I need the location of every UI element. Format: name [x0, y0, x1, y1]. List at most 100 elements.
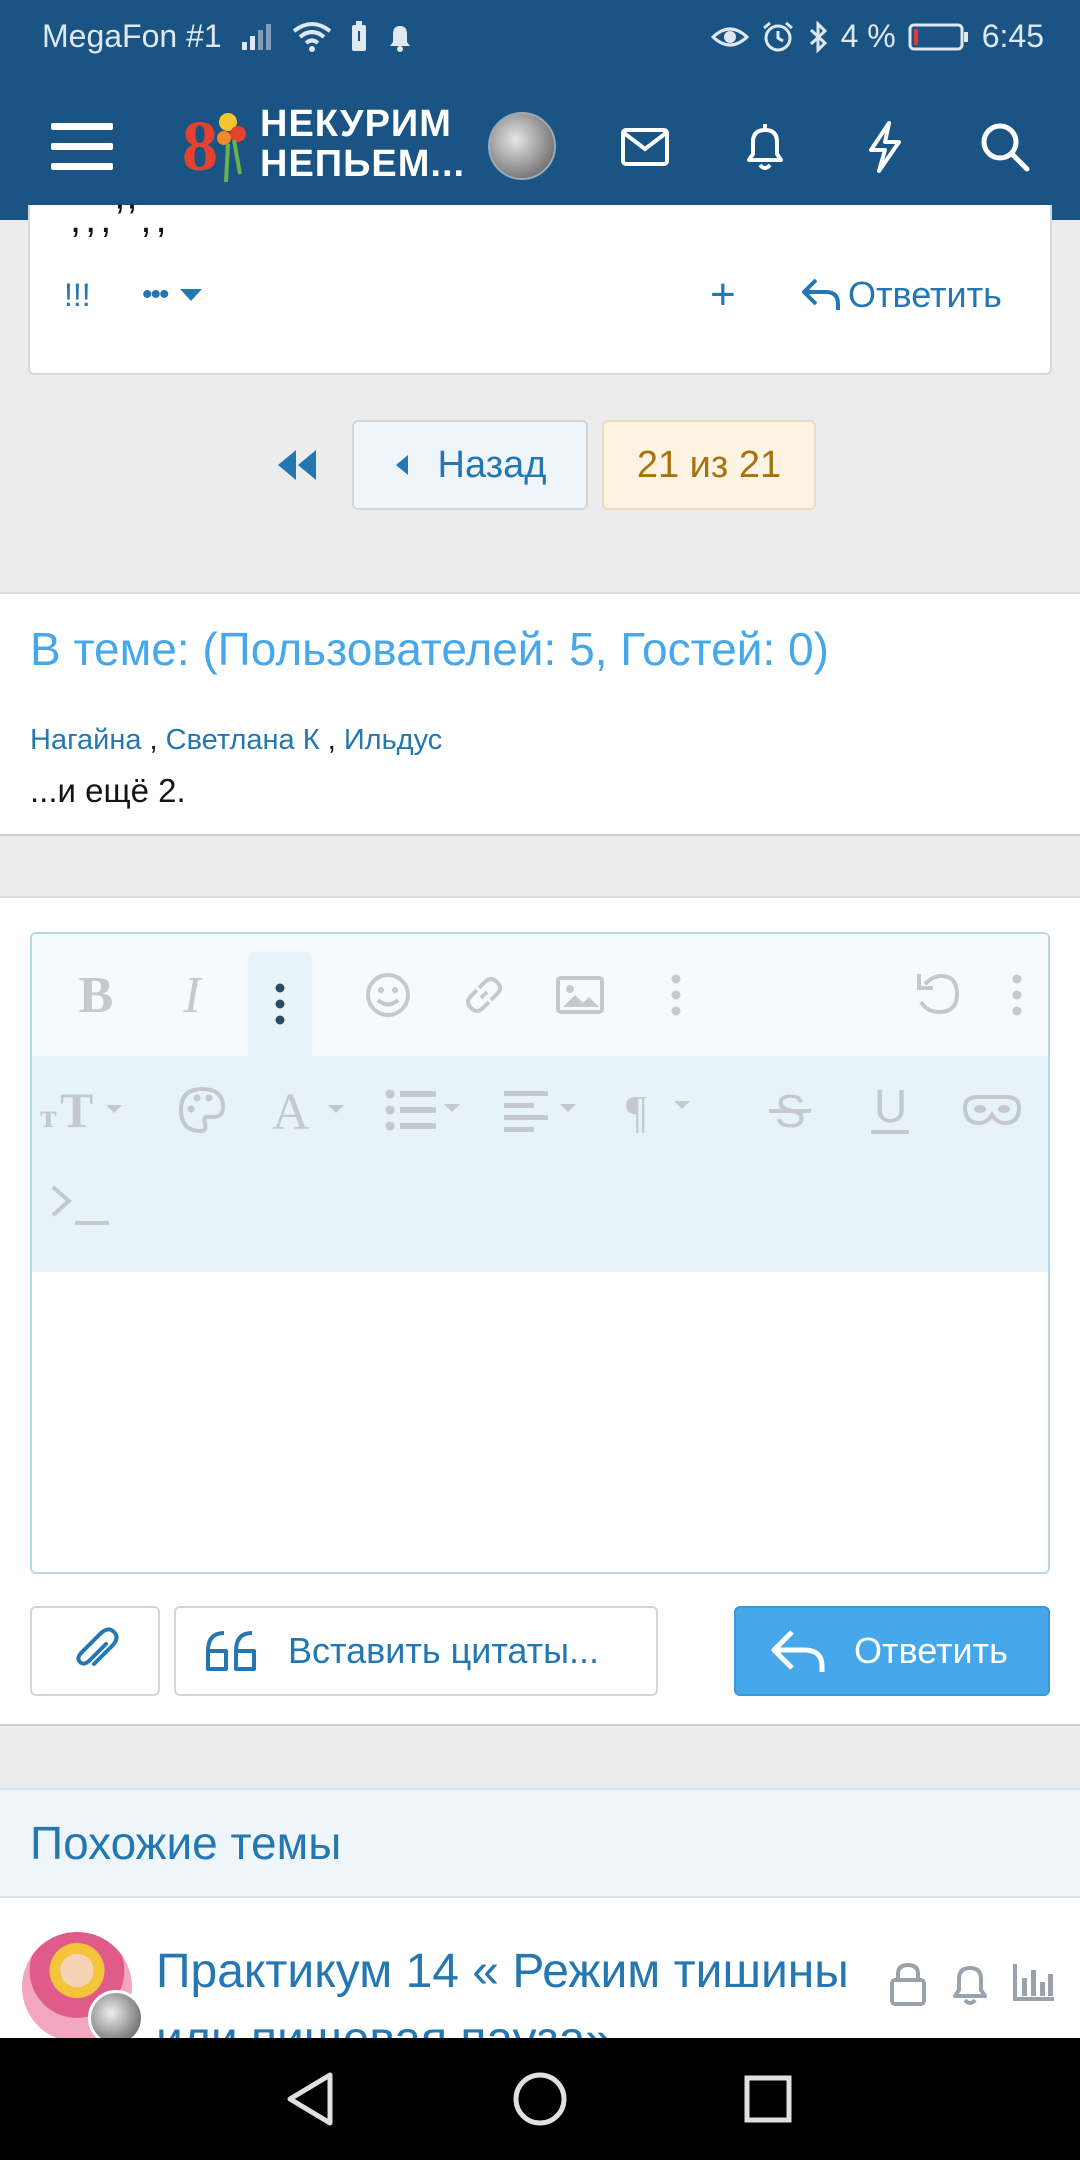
message-input[interactable] [32, 1272, 1048, 1572]
editor-toolbar-main: B I [32, 934, 1048, 1056]
bold-icon[interactable]: B [56, 954, 136, 1036]
wifi-icon [292, 21, 332, 53]
recents-nav-icon [744, 2075, 792, 2123]
editor-toolbar-extra: тT A ¶ S U [32, 1056, 1048, 1272]
reply-arrow-icon [771, 1630, 825, 1672]
online-users-list: Нагайна , Светлана К , Ильдус [30, 724, 442, 757]
paragraph-icon[interactable]: ¶ [626, 1070, 716, 1150]
first-page-button[interactable] [262, 420, 334, 510]
thread-status-icons [888, 1962, 1056, 2006]
palette-icon[interactable] [166, 1070, 238, 1150]
bluetooth-icon [807, 20, 829, 53]
similar-threads-title: Похожие темы [30, 1817, 342, 1869]
bell-icon [747, 124, 783, 170]
similar-threads-header: Похожие темы [0, 1788, 1080, 1898]
font-color-icon[interactable]: A [268, 1070, 358, 1150]
underline-icon[interactable]: U [854, 1070, 926, 1150]
smiley-icon[interactable] [348, 954, 428, 1036]
online-title: В теме: (Пользователей: 5, Гостей: 0) [30, 623, 829, 675]
align-icon[interactable] [502, 1070, 592, 1150]
prev-page-label: Назад [437, 443, 547, 486]
status-bar: MegaFon #1 4 % 6:45 [0, 0, 1080, 74]
search-icon [981, 123, 1030, 172]
strikethrough-icon[interactable]: S [754, 1070, 826, 1150]
rich-text-editor: B I тT A ¶ S U [30, 932, 1050, 1574]
svg-text:A: A [272, 1085, 310, 1135]
report-label: !!! [64, 276, 91, 313]
envelope-icon [621, 128, 669, 166]
battery-saver-icon [350, 20, 368, 53]
more-options-button[interactable]: ••• [142, 265, 204, 325]
list-icon[interactable] [384, 1070, 474, 1150]
more-label: ••• [142, 278, 169, 311]
system-nav-bar [0, 2038, 1080, 2160]
battery-icon [908, 22, 970, 52]
reply-editor-block: B I тT A ¶ S U Вставить цитаты... Ответи… [0, 896, 1080, 1726]
battery-percent: 4 % [840, 18, 896, 54]
image-icon[interactable] [540, 954, 620, 1036]
paperclip-icon [76, 1627, 119, 1666]
logo-line-2: НЕПЬЕМ... [260, 143, 466, 185]
post-actions: !!! ••• + Ответить [30, 265, 1050, 325]
post-card: ,,,’’,, !!! ••• + Ответить [28, 197, 1052, 375]
prev-page-button[interactable]: Назад [352, 420, 588, 510]
code-icon[interactable] [46, 1164, 118, 1244]
more-vertical-icon[interactable] [248, 952, 312, 1056]
post-reply-button[interactable]: Ответить [800, 265, 1002, 325]
lightning-icon [869, 121, 901, 173]
page-status[interactable]: 21 из 21 [602, 420, 816, 510]
whats-new-button[interactable] [840, 74, 930, 220]
first-page-icon [278, 450, 316, 480]
home-nav-button[interactable] [480, 2038, 600, 2160]
quote-icon [206, 1631, 256, 1671]
link-icon[interactable] [444, 954, 524, 1036]
post-reply-label: Ответить [848, 274, 1002, 315]
menu-icon [51, 123, 113, 170]
user-avatar[interactable] [488, 112, 556, 180]
search-button[interactable] [960, 74, 1050, 220]
insert-quotes-button[interactable]: Вставить цитаты... [174, 1606, 658, 1696]
svg-text:¶: ¶ [626, 1086, 647, 1135]
svg-text:U: U [874, 1082, 907, 1132]
more-vertical-icon[interactable] [644, 954, 708, 1036]
user-link[interactable]: Ильдус [344, 724, 442, 756]
home-nav-icon [513, 2072, 567, 2126]
logo-flower-icon: 8 [182, 106, 246, 184]
similar-thread-title[interactable]: Практикум 14 « Режим тишины или пищевая … [156, 1938, 856, 2038]
svg-text:8: 8 [182, 106, 218, 184]
multiquote-button[interactable]: + [710, 265, 736, 325]
logo-line-1: НЕКУРИМ [260, 103, 452, 145]
undo-icon[interactable] [898, 954, 978, 1036]
submit-reply-button[interactable]: Ответить [734, 1606, 1050, 1696]
report-button[interactable]: !!! [64, 265, 91, 325]
svg-text:т: т [40, 1098, 57, 1135]
svg-text:T: T [60, 1085, 93, 1135]
last-poster-avatar[interactable] [88, 1990, 144, 2038]
back-nav-button[interactable] [250, 2038, 370, 2160]
site-logo[interactable]: 8 НЕКУРИМ НЕПЬЕМ... [180, 104, 465, 184]
lock-icon [890, 1962, 926, 2006]
user-link[interactable]: Нагайна [30, 724, 141, 756]
text-size-icon[interactable]: тT [40, 1070, 126, 1150]
carrier-name: MegaFon #1 [42, 18, 222, 54]
user-link[interactable]: Светлана К [166, 724, 320, 756]
separator: , [141, 724, 166, 756]
notification-bell-icon [386, 22, 414, 52]
more-vertical-icon[interactable] [992, 954, 1042, 1036]
add-label: + [710, 270, 736, 319]
recents-nav-button[interactable] [708, 2038, 828, 2160]
signal-icon [240, 22, 274, 52]
separator: , [319, 724, 344, 756]
online-more: ...и ещё 2. [30, 772, 186, 809]
alerts-button[interactable] [720, 74, 810, 220]
italic-icon[interactable]: I [152, 954, 232, 1036]
inbox-button[interactable] [600, 74, 690, 220]
back-nav-icon [287, 2072, 333, 2126]
attach-files-button[interactable] [30, 1606, 160, 1696]
similar-thread-item[interactable]: Практикум 14 « Режим тишины или пищевая … [0, 1898, 1080, 2038]
bell-icon [953, 1966, 987, 2005]
alarm-icon [761, 20, 795, 54]
online-users-block: В теме: (Пользователей: 5, Гостей: 0) На… [0, 592, 1080, 836]
spoiler-icon[interactable] [952, 1070, 1032, 1150]
chevron-down-icon [179, 289, 202, 301]
